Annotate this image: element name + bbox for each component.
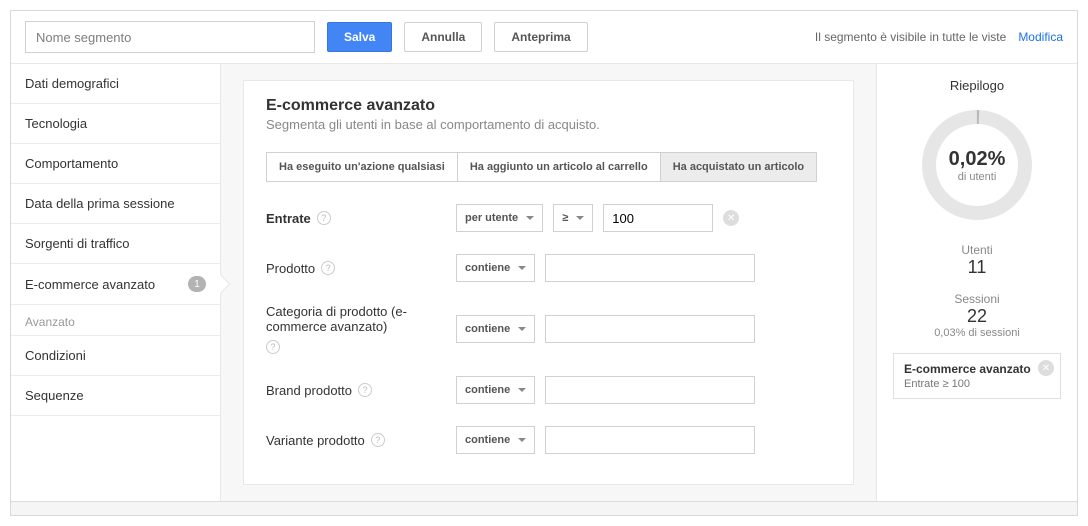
product-value-input[interactable]	[545, 254, 755, 282]
segment-builder: Salva Annulla Anteprima Il segmento è vi…	[10, 10, 1078, 516]
category-op-select[interactable]: contiene	[456, 315, 535, 343]
stat-users: Utenti 11	[893, 243, 1061, 278]
sidebar-badge: 1	[188, 276, 206, 292]
stat-sessions: Sessioni 22 0,03% di sessioni	[893, 292, 1061, 339]
sidebar-item-technology[interactable]: Tecnologia	[11, 104, 220, 144]
brand-op-select[interactable]: contiene	[456, 376, 535, 404]
chevron-down-icon	[526, 216, 534, 220]
main: E-commerce avanzato Segmenta gli utenti …	[221, 64, 877, 501]
help-icon[interactable]: ?	[317, 211, 331, 225]
row-category: Categoria di prodotto (e-commerce avanza…	[266, 304, 831, 354]
sidebar-item-conditions[interactable]: Condizioni	[11, 336, 220, 376]
revenue-scope-select[interactable]: per utente	[456, 204, 543, 232]
change-visibility-link[interactable]: Modifica	[1018, 30, 1063, 44]
cancel-button[interactable]: Annulla	[404, 22, 482, 52]
sidebar-item-demographics[interactable]: Dati demografici	[11, 64, 220, 104]
summary-panel: Riepilogo 0,02% di utenti Utenti 11	[877, 64, 1077, 501]
chevron-down-icon	[518, 388, 526, 392]
panel-subtitle: Segmenta gli utenti in base al comportam…	[266, 117, 831, 132]
label-product: Prodotto ?	[266, 261, 446, 276]
segment-name-input[interactable]	[25, 21, 315, 53]
sidebar-item-enhanced-ecommerce[interactable]: E-commerce avanzato 1	[11, 264, 220, 305]
row-revenue: Entrate ? per utente ≥ ✕	[266, 204, 831, 232]
variant-value-input[interactable]	[545, 426, 755, 454]
action-tabs: Ha eseguito un'azione qualsiasi Ha aggiu…	[266, 152, 831, 182]
tab-purchased[interactable]: Ha acquistato un articolo	[660, 152, 817, 182]
tab-any-action[interactable]: Ha eseguito un'azione qualsiasi	[266, 152, 458, 182]
donut-percent: 0,02%	[949, 148, 1006, 171]
row-product: Prodotto ? contiene	[266, 254, 831, 282]
revenue-op-select[interactable]: ≥	[553, 204, 593, 232]
chevron-down-icon	[576, 216, 584, 220]
product-op-select[interactable]: contiene	[456, 254, 535, 282]
label-variant: Variante prodotto ?	[266, 433, 446, 448]
sidebar-item-behavior[interactable]: Comportamento	[11, 144, 220, 184]
row-brand: Brand prodotto ? contiene	[266, 376, 831, 404]
chevron-down-icon	[518, 327, 526, 331]
variant-op-select[interactable]: contiene	[456, 426, 535, 454]
donut-chart: 0,02% di utenti	[917, 105, 1037, 225]
label-category: Categoria di prodotto (e-commerce avanza…	[266, 304, 446, 354]
label-brand: Brand prodotto ?	[266, 383, 446, 398]
config-panel: E-commerce avanzato Segmenta gli utenti …	[243, 80, 854, 485]
donut-sub: di utenti	[958, 171, 997, 183]
chevron-down-icon	[518, 266, 526, 270]
help-icon[interactable]: ?	[266, 340, 280, 354]
revenue-value-input[interactable]	[603, 204, 713, 232]
applied-filter: ✕ E-commerce avanzato Entrate ≥ 100	[893, 353, 1061, 399]
horizontal-scrollbar[interactable]	[11, 501, 1077, 515]
summary-title: Riepilogo	[893, 78, 1061, 93]
row-variant: Variante prodotto ? contiene	[266, 426, 831, 454]
visibility-text: Il segmento è visibile in tutte le viste	[815, 30, 1006, 44]
help-icon[interactable]: ?	[371, 433, 385, 447]
sidebar-item-first-session-date[interactable]: Data della prima sessione	[11, 184, 220, 224]
help-icon[interactable]: ?	[358, 383, 372, 397]
remove-filter-icon[interactable]: ✕	[1038, 360, 1054, 376]
preview-button[interactable]: Anteprima	[494, 22, 587, 52]
chevron-down-icon	[518, 438, 526, 442]
label-revenue: Entrate ?	[266, 211, 446, 226]
remove-revenue-filter[interactable]: ✕	[723, 210, 739, 226]
sidebar: Dati demografici Tecnologia Comportament…	[11, 64, 221, 501]
topbar: Salva Annulla Anteprima Il segmento è vi…	[11, 11, 1077, 64]
category-value-input[interactable]	[545, 315, 755, 343]
tab-added-to-cart[interactable]: Ha aggiunto un articolo al carrello	[457, 152, 661, 182]
help-icon[interactable]: ?	[321, 261, 335, 275]
sidebar-item-sequences[interactable]: Sequenze	[11, 376, 220, 416]
sidebar-item-traffic-sources[interactable]: Sorgenti di traffico	[11, 224, 220, 264]
save-button[interactable]: Salva	[327, 22, 392, 52]
body: Dati demografici Tecnologia Comportament…	[11, 64, 1077, 501]
sidebar-advanced-header: Avanzato	[11, 305, 220, 336]
panel-title: E-commerce avanzato	[266, 97, 831, 115]
brand-value-input[interactable]	[545, 376, 755, 404]
